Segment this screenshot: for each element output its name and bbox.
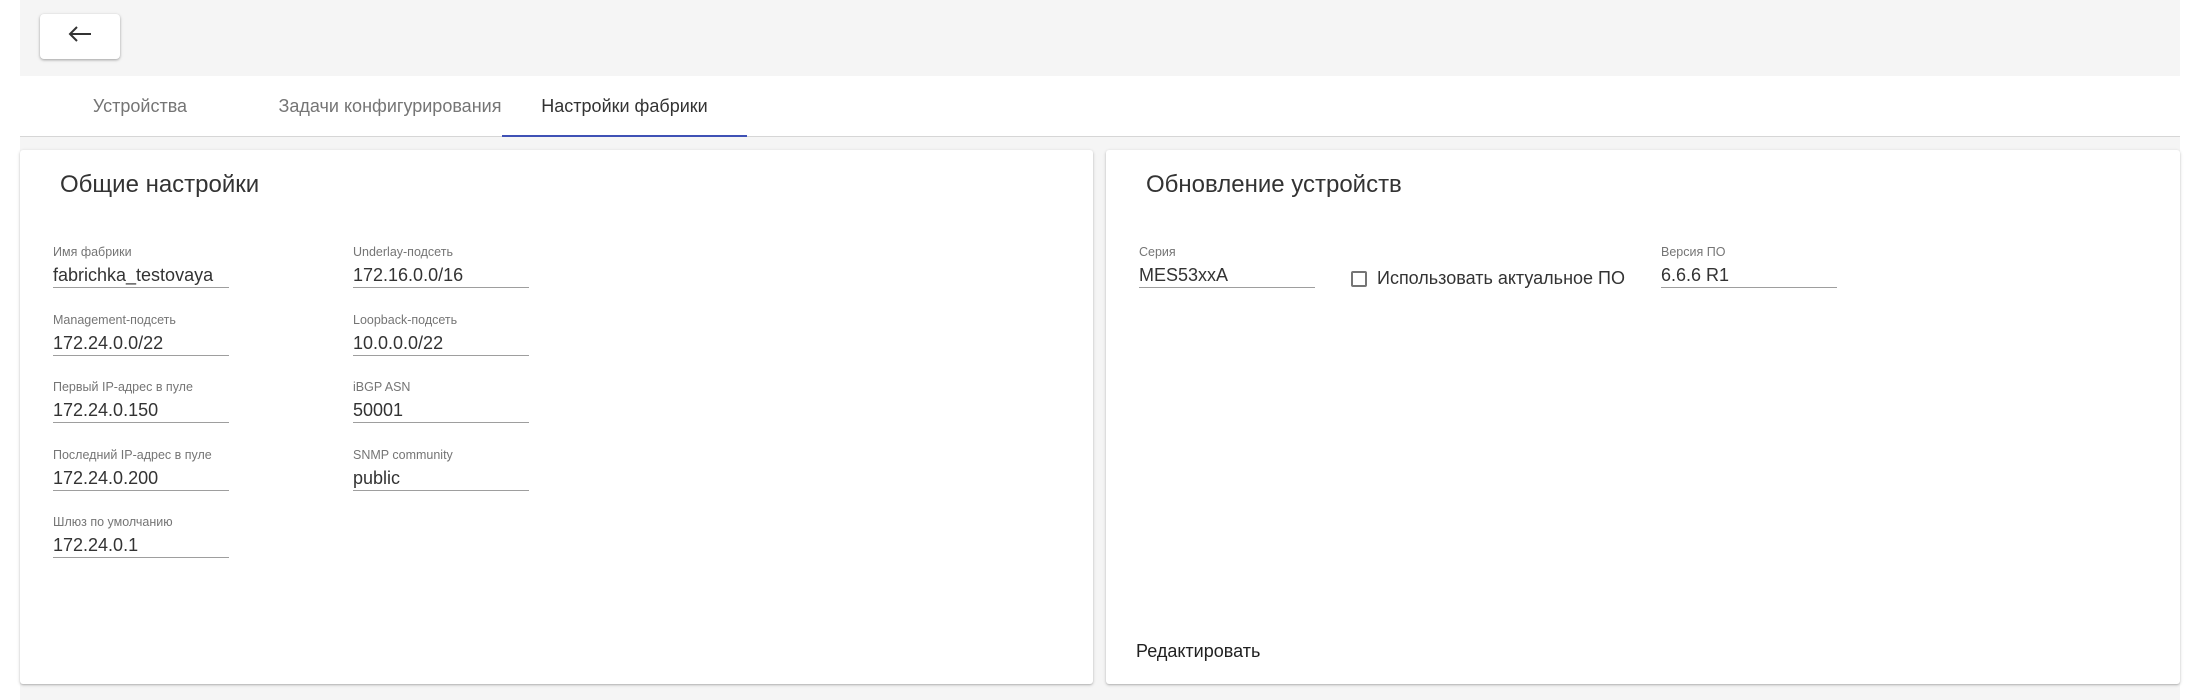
first-ip-value: 172.24.0.150 — [53, 398, 229, 423]
snmp-community-value: public — [353, 466, 529, 491]
management-subnet-value: 172.24.0.0/22 — [53, 331, 229, 356]
first-ip-label: Первый IP-адрес в пуле — [53, 380, 193, 394]
ibgp-asn-value: 50001 — [353, 398, 529, 423]
tab-fabric-settings[interactable]: Настройки фабрики — [502, 76, 747, 137]
management-subnet-label: Management-подсеть — [53, 313, 176, 327]
tab-bar: Устройства Задачи конфигурирования Настр… — [20, 76, 2180, 137]
firmware-version-value: 6.6.6 R1 — [1661, 263, 1837, 288]
top-toolbar — [20, 0, 2180, 76]
use-latest-firmware-label: Использовать актуальное ПО — [1377, 268, 1625, 288]
fabric-name-field[interactable]: Имя фабрики fabrichka_testovaya — [53, 245, 229, 288]
ibgp-asn-field[interactable]: iBGP ASN 50001 — [353, 380, 529, 423]
fabric-name-value: fabrichka_testovaya — [53, 263, 229, 288]
last-ip-field[interactable]: Последний IP-адрес в пуле 172.24.0.200 — [53, 448, 229, 491]
first-ip-field[interactable]: Первый IP-адрес в пуле 172.24.0.150 — [53, 380, 229, 423]
device-update-title: Обновление устройств — [1146, 171, 1402, 198]
loopback-subnet-label: Loopback-подсеть — [353, 313, 458, 327]
tab-devices[interactable]: Устройства — [65, 76, 215, 136]
series-value: MES53xxA — [1139, 263, 1315, 288]
series-label: Серия — [1139, 245, 1176, 259]
default-gateway-value: 172.24.0.1 — [53, 533, 229, 558]
ibgp-asn-label: iBGP ASN — [353, 380, 411, 394]
use-latest-firmware-checkbox[interactable]: Использовать актуальное ПО — [1351, 268, 1625, 289]
loopback-subnet-value: 10.0.0.0/22 — [353, 331, 529, 356]
management-subnet-field[interactable]: Management-подсеть 172.24.0.0/22 — [53, 313, 229, 356]
checkbox-box[interactable] — [1351, 270, 1367, 287]
loopback-subnet-field[interactable]: Loopback-подсеть 10.0.0.0/22 — [353, 313, 529, 356]
underlay-subnet-field[interactable]: Underlay-подсеть 172.16.0.0/16 — [353, 245, 529, 288]
fabric-name-label: Имя фабрики — [53, 245, 132, 259]
snmp-community-label: SNMP community — [353, 448, 453, 462]
firmware-version-label: Версия ПО — [1661, 245, 1726, 259]
series-field[interactable]: Серия MES53xxA — [1139, 245, 1315, 288]
device-update-card: Обновление устройств Серия MES53xxA Испо… — [1106, 150, 2180, 684]
default-gateway-label: Шлюз по умолчанию — [53, 515, 173, 529]
default-gateway-field[interactable]: Шлюз по умолчанию 172.24.0.1 — [53, 515, 229, 558]
general-settings-title: Общие настройки — [60, 171, 260, 198]
underlay-subnet-label: Underlay-подсеть — [353, 245, 453, 259]
last-ip-label: Последний IP-адрес в пуле — [53, 448, 212, 462]
firmware-version-field[interactable]: Версия ПО 6.6.6 R1 — [1661, 245, 1837, 288]
general-settings-card: Общие настройки Имя фабрики fabrichka_te… — [20, 150, 1093, 684]
arrow-left-icon — [67, 26, 93, 47]
edit-button[interactable]: Редактировать — [1134, 637, 1262, 666]
back-button[interactable] — [40, 14, 120, 59]
snmp-community-field[interactable]: SNMP community public — [353, 448, 529, 491]
underlay-subnet-value: 172.16.0.0/16 — [353, 263, 529, 288]
tab-config-tasks[interactable]: Задачи конфигурирования — [245, 76, 535, 136]
last-ip-value: 172.24.0.200 — [53, 466, 229, 491]
